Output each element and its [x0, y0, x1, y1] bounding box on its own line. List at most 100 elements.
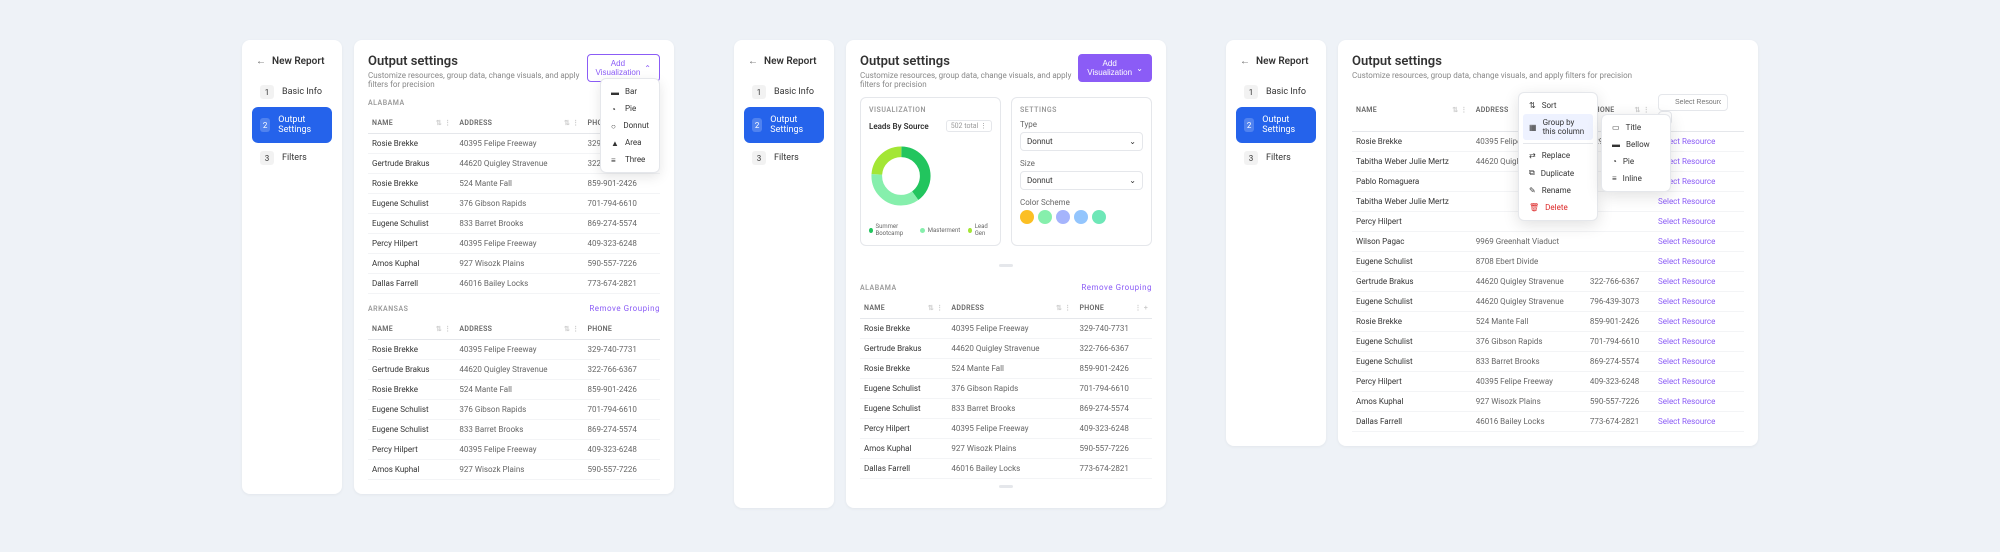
- table-row[interactable]: Percy Hilpert40395 Felipe Freeway409-323…: [368, 234, 660, 254]
- add-visualization-button[interactable]: Add Visualization ⌄: [1078, 54, 1152, 82]
- table-row[interactable]: Percy Hilpert40395 Felipe Freeway409-323…: [860, 419, 1152, 439]
- col-name[interactable]: NAME ⇅ ⋮: [368, 319, 455, 340]
- table-row[interactable]: Eugene Schulist376 Gibson Rapids701-794-…: [368, 400, 660, 420]
- table-row[interactable]: Eugene Schulist8708 Ebert DivideSelect R…: [1352, 252, 1744, 272]
- col-name[interactable]: NAME ⇅ ⋮: [368, 113, 455, 134]
- sidebar-item-filters[interactable]: 3 Filters: [1236, 143, 1316, 173]
- menu-replace[interactable]: ⇄Replace: [1523, 147, 1593, 164]
- select-resource-link[interactable]: Select Resource: [1654, 232, 1744, 252]
- sidebar-item-filters[interactable]: 3 Filters: [252, 143, 332, 173]
- table-row[interactable]: Amos Kuphal927 Wisozk Plains590-557-7226: [368, 460, 660, 480]
- col-phone[interactable]: PHONE ⋮ +: [1075, 298, 1152, 319]
- table-row[interactable]: Rosie Brekke524 Mante Fall859-901-2426: [368, 174, 660, 194]
- table-row[interactable]: Rosie Brekke524 Mante Fall859-901-2426: [860, 359, 1152, 379]
- select-resource-link[interactable]: Select Resource: [1654, 272, 1744, 292]
- menu-sort[interactable]: ⇅Sort: [1523, 97, 1593, 114]
- table-row[interactable]: Gertrude Brakus44620 Quigley Stravenue32…: [1352, 272, 1744, 292]
- legend-item: Summer Bootcamp: [869, 223, 912, 237]
- sidebar-item-output-settings[interactable]: 2 Output Settings: [1236, 107, 1316, 143]
- cell-address: 376 Gibson Rapids: [455, 400, 583, 420]
- viz-option-bar[interactable]: ▬Bar: [605, 83, 655, 100]
- menu-group-by[interactable]: ▦Group by this column ▭Title ▬Bellow ◔Pi…: [1523, 114, 1593, 140]
- submenu-title[interactable]: ▭Title: [1606, 119, 1666, 136]
- table-row[interactable]: Eugene Schulist376 Gibson Rapids701-794-…: [860, 379, 1152, 399]
- remove-grouping-link[interactable]: Remove Grouping: [1081, 283, 1152, 292]
- cell-name: Eugene Schulist: [368, 194, 455, 214]
- select-resource-link[interactable]: Select Resource: [1654, 332, 1744, 352]
- menu-delete[interactable]: 🗑Delete: [1523, 199, 1593, 216]
- remove-grouping-link[interactable]: Remove Grouping: [589, 304, 660, 313]
- header-row: Output settings Customize resources, gro…: [368, 54, 660, 89]
- color-swatch[interactable]: [1020, 210, 1034, 224]
- select-resource-link[interactable]: Select Resource: [1654, 312, 1744, 332]
- table-row[interactable]: Eugene Schulist376 Gibson Rapids701-794-…: [368, 194, 660, 214]
- menu-duplicate[interactable]: ⧉Duplicate: [1523, 164, 1593, 182]
- table-row[interactable]: Eugene Schulist833 Barret Brooks869-274-…: [368, 420, 660, 440]
- type-select[interactable]: Donnut ⌄: [1020, 132, 1143, 151]
- select-resource-link[interactable]: Select Resource: [1654, 292, 1744, 312]
- cell-address: 9969 Greenhalt Viaduct: [1472, 232, 1586, 252]
- sidebar-item-basic-info[interactable]: 1 Basic Info: [1236, 77, 1316, 107]
- col-phone[interactable]: PHONE: [583, 319, 660, 340]
- select-resource-link[interactable]: Select Resource: [1654, 192, 1744, 212]
- col-address[interactable]: ADDRESS ⇅ ⋮: [455, 113, 583, 134]
- select-resource-link[interactable]: Select Resource: [1654, 352, 1744, 372]
- select-resource-link[interactable]: Select Resource: [1654, 372, 1744, 392]
- viz-option-donnut[interactable]: ○Donnut: [605, 117, 655, 134]
- table-row[interactable]: Amos Kuphal927 Wisozk Plains590-557-7226: [860, 439, 1152, 459]
- viz-option-pie[interactable]: ◔Pie: [605, 100, 655, 117]
- sidebar-item-output-settings[interactable]: 2 Output Settings: [252, 107, 332, 143]
- table-row[interactable]: Rosie Brekke524 Mante Fall859-901-2426: [368, 380, 660, 400]
- submenu-inline[interactable]: ≡Inline: [1606, 170, 1666, 187]
- col-address[interactable]: ADDRESS ⇅ ⋮: [455, 319, 583, 340]
- table-row[interactable]: Rosie Brekke40395 Felipe Freeway329-740-…: [860, 319, 1152, 339]
- sidebar-header[interactable]: ← New Report: [744, 50, 824, 77]
- chart-total-badge: 502 total ⋮: [946, 120, 992, 132]
- table-row[interactable]: Eugene Schulist376 Gibson Rapids701-794-…: [1352, 332, 1744, 352]
- sort-icon: ⇅ ⋮: [436, 119, 452, 127]
- sidebar-item-basic-info[interactable]: 1 Basic Info: [252, 77, 332, 107]
- table-row[interactable]: Eugene Schulist833 Barret Brooks869-274-…: [1352, 352, 1744, 372]
- table-row[interactable]: Gertrude Brakus44620 Quigley Stravenue32…: [368, 360, 660, 380]
- sidebar-item-output-settings[interactable]: 2 Output Settings: [744, 107, 824, 143]
- cell-phone: 859-901-2426: [1075, 359, 1152, 379]
- table-row[interactable]: Percy Hilpert40395 Felipe Freeway409-323…: [1352, 372, 1744, 392]
- color-swatch[interactable]: [1092, 210, 1106, 224]
- menu-rename[interactable]: ✎Rename: [1523, 182, 1593, 199]
- resource-search-input[interactable]: [1658, 94, 1728, 111]
- col-address[interactable]: ADDRESS ⇅ ⋮: [947, 298, 1075, 319]
- table-row[interactable]: Rosie Brekke524 Mante Fall859-901-2426Se…: [1352, 312, 1744, 332]
- sidebar-header[interactable]: ← New Report: [1236, 50, 1316, 77]
- sidebar-header[interactable]: ← New Report: [252, 50, 332, 77]
- table-row[interactable]: Eugene Schulist44620 Quigley Stravenue79…: [1352, 292, 1744, 312]
- table-row[interactable]: Wilson Pagac9969 Greenhalt ViaductSelect…: [1352, 232, 1744, 252]
- table-row[interactable]: Dallas Farrell46016 Bailey Locks773-674-…: [368, 274, 660, 294]
- size-select[interactable]: Donnut ⌄: [1020, 171, 1143, 190]
- table-row[interactable]: Amos Kuphal927 Wisozk Plains590-557-7226…: [1352, 392, 1744, 412]
- table-row[interactable]: Eugene Schulist833 Barret Brooks869-274-…: [860, 399, 1152, 419]
- submenu-pie[interactable]: ◔Pie: [1606, 153, 1666, 170]
- table-row[interactable]: Eugene Schulist833 Barret Brooks869-274-…: [368, 214, 660, 234]
- sidebar-item-filters[interactable]: 3 Filters: [744, 143, 824, 173]
- table-row[interactable]: Rosie Brekke40395 Felipe Freeway329-740-…: [368, 340, 660, 360]
- col-name[interactable]: NAME ⇅ ⋮: [1352, 88, 1472, 132]
- select-resource-link[interactable]: Select Resource: [1654, 392, 1744, 412]
- viz-option-three[interactable]: ≡Three: [605, 151, 655, 168]
- col-name[interactable]: NAME ⇅ ⋮: [860, 298, 947, 319]
- submenu-bellow[interactable]: ▬Bellow: [1606, 136, 1666, 153]
- color-swatch[interactable]: [1074, 210, 1088, 224]
- table-row[interactable]: Percy Hilpert40395 Felipe Freeway409-323…: [368, 440, 660, 460]
- viz-option-area[interactable]: ▲Area: [605, 134, 655, 151]
- select-resource-link[interactable]: Select Resource: [1654, 252, 1744, 272]
- select-resource-link[interactable]: Select Resource: [1654, 212, 1744, 232]
- color-swatch[interactable]: [1038, 210, 1052, 224]
- table-row[interactable]: Gertrude Brakus44620 Quigley Stravenue32…: [860, 339, 1152, 359]
- table-row[interactable]: Dallas Farrell46016 Bailey Locks773-674-…: [1352, 412, 1744, 432]
- pagination-dots: [860, 258, 1152, 273]
- select-resource-link[interactable]: Select Resource: [1654, 412, 1744, 432]
- color-swatch[interactable]: [1056, 210, 1070, 224]
- table-row[interactable]: Dallas Farrell46016 Bailey Locks773-674-…: [860, 459, 1152, 479]
- table-row[interactable]: Amos Kuphal927 Wisozk Plains590-557-7226: [368, 254, 660, 274]
- page-subtitle: Customize resources, group data, change …: [1352, 71, 1632, 80]
- sidebar-item-basic-info[interactable]: 1 Basic Info: [744, 77, 824, 107]
